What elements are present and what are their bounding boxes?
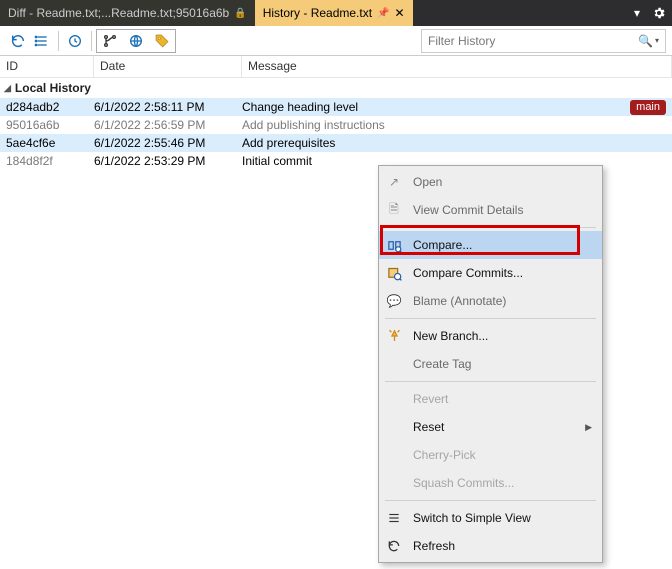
menu-blame[interactable]: 💬 Blame (Annotate) xyxy=(379,287,602,315)
new-branch-icon xyxy=(385,329,403,344)
blame-icon: 💬 xyxy=(385,294,403,308)
filter-history-input[interactable]: Filter History 🔍 ▾ xyxy=(421,29,666,53)
menu-refresh[interactable]: Refresh xyxy=(379,532,602,560)
commit-message: Change heading level xyxy=(242,100,358,114)
refresh-menu-icon xyxy=(385,539,403,553)
commit-row[interactable]: 95016a6b 6/1/2022 2:56:59 PM Add publish… xyxy=(0,116,672,134)
tab-history[interactable]: History - Readme.txt 📌 ✕ xyxy=(255,0,413,26)
compare-icon xyxy=(385,238,403,253)
commit-row[interactable]: 5ae4cf6e 6/1/2022 2:55:46 PM Add prerequ… xyxy=(0,134,672,152)
tag-filter-icon[interactable] xyxy=(149,30,175,52)
branch-badge[interactable]: main xyxy=(630,100,666,115)
column-headers: ID Date Message xyxy=(0,56,672,78)
menu-new-branch[interactable]: New Branch... xyxy=(379,322,602,350)
collapse-icon: ◢ xyxy=(4,83,11,94)
tab-diff[interactable]: Diff - Readme.txt;...Readme.txt;95016a6b… xyxy=(0,0,255,26)
column-id[interactable]: ID xyxy=(0,56,94,77)
tab-diff-label: Diff - Readme.txt;...Readme.txt;95016a6b xyxy=(8,6,229,20)
gear-icon[interactable] xyxy=(646,0,672,26)
group-local-history[interactable]: ◢ Local History xyxy=(0,78,672,98)
menu-separator xyxy=(385,318,596,319)
list-icon[interactable] xyxy=(30,29,54,53)
context-menu: ↗ Open 🗎 View Commit Details Compare... … xyxy=(378,165,603,563)
column-date[interactable]: Date xyxy=(94,56,242,77)
branch-filter-icon[interactable] xyxy=(97,30,123,52)
history-toolbar: Filter History 🔍 ▾ xyxy=(0,26,672,56)
menu-open[interactable]: ↗ Open xyxy=(379,168,602,196)
commit-id: 5ae4cf6e xyxy=(0,136,94,150)
tab-strip: Diff - Readme.txt;...Readme.txt;95016a6b… xyxy=(0,0,672,26)
menu-revert: Revert xyxy=(379,385,602,413)
filter-placeholder: Filter History xyxy=(428,34,495,48)
tab-history-label: History - Readme.txt xyxy=(263,6,372,20)
commit-date: 6/1/2022 2:56:59 PM xyxy=(94,118,242,132)
commit-id: 184d8f2f xyxy=(0,154,94,168)
open-icon: ↗ xyxy=(385,175,403,189)
menu-simple-view[interactable]: Switch to Simple View xyxy=(379,504,602,532)
commit-message: Add publishing instructions xyxy=(242,118,672,132)
history-clock-icon[interactable] xyxy=(63,29,87,53)
menu-separator xyxy=(385,500,596,501)
menu-cherry-pick: Cherry-Pick xyxy=(379,441,602,469)
list-view-icon xyxy=(385,511,403,525)
details-icon: 🗎 xyxy=(385,200,403,221)
refresh-icon[interactable] xyxy=(6,29,30,53)
submenu-arrow-icon: ▶ xyxy=(585,422,592,433)
commit-id: 95016a6b xyxy=(0,118,94,132)
menu-separator xyxy=(385,227,596,228)
remote-filter-icon[interactable] xyxy=(123,30,149,52)
commit-list: d284adb2 6/1/2022 2:58:11 PM Change head… xyxy=(0,98,672,170)
group-label: Local History xyxy=(15,81,91,95)
menu-squash: Squash Commits... xyxy=(379,469,602,497)
lock-icon: 🔒 xyxy=(234,8,246,19)
search-dropdown-icon[interactable]: ▾ xyxy=(655,36,659,45)
commit-date: 6/1/2022 2:55:46 PM xyxy=(94,136,242,150)
commit-id: d284adb2 xyxy=(0,100,94,114)
menu-create-tag[interactable]: Create Tag xyxy=(379,350,602,378)
commit-row[interactable]: d284adb2 6/1/2022 2:58:11 PM Change head… xyxy=(0,98,672,116)
commit-date: 6/1/2022 2:53:29 PM xyxy=(94,154,242,168)
search-icon[interactable]: 🔍 xyxy=(638,34,653,48)
pin-icon[interactable]: 📌 xyxy=(377,8,389,19)
compare-commits-icon xyxy=(385,266,403,281)
menu-compare-commits[interactable]: Compare Commits... xyxy=(379,259,602,287)
column-message[interactable]: Message xyxy=(242,56,672,77)
menu-reset[interactable]: Reset ▶ xyxy=(379,413,602,441)
commit-date: 6/1/2022 2:58:11 PM xyxy=(94,100,242,114)
window-dropdown-icon[interactable]: ▾ xyxy=(628,0,646,26)
menu-compare[interactable]: Compare... xyxy=(379,231,602,259)
menu-view-commit-details[interactable]: 🗎 View Commit Details xyxy=(379,196,602,224)
filter-button-group xyxy=(96,29,176,53)
commit-message: Add prerequisites xyxy=(242,136,672,150)
close-icon[interactable]: ✕ xyxy=(395,6,405,20)
menu-separator xyxy=(385,381,596,382)
